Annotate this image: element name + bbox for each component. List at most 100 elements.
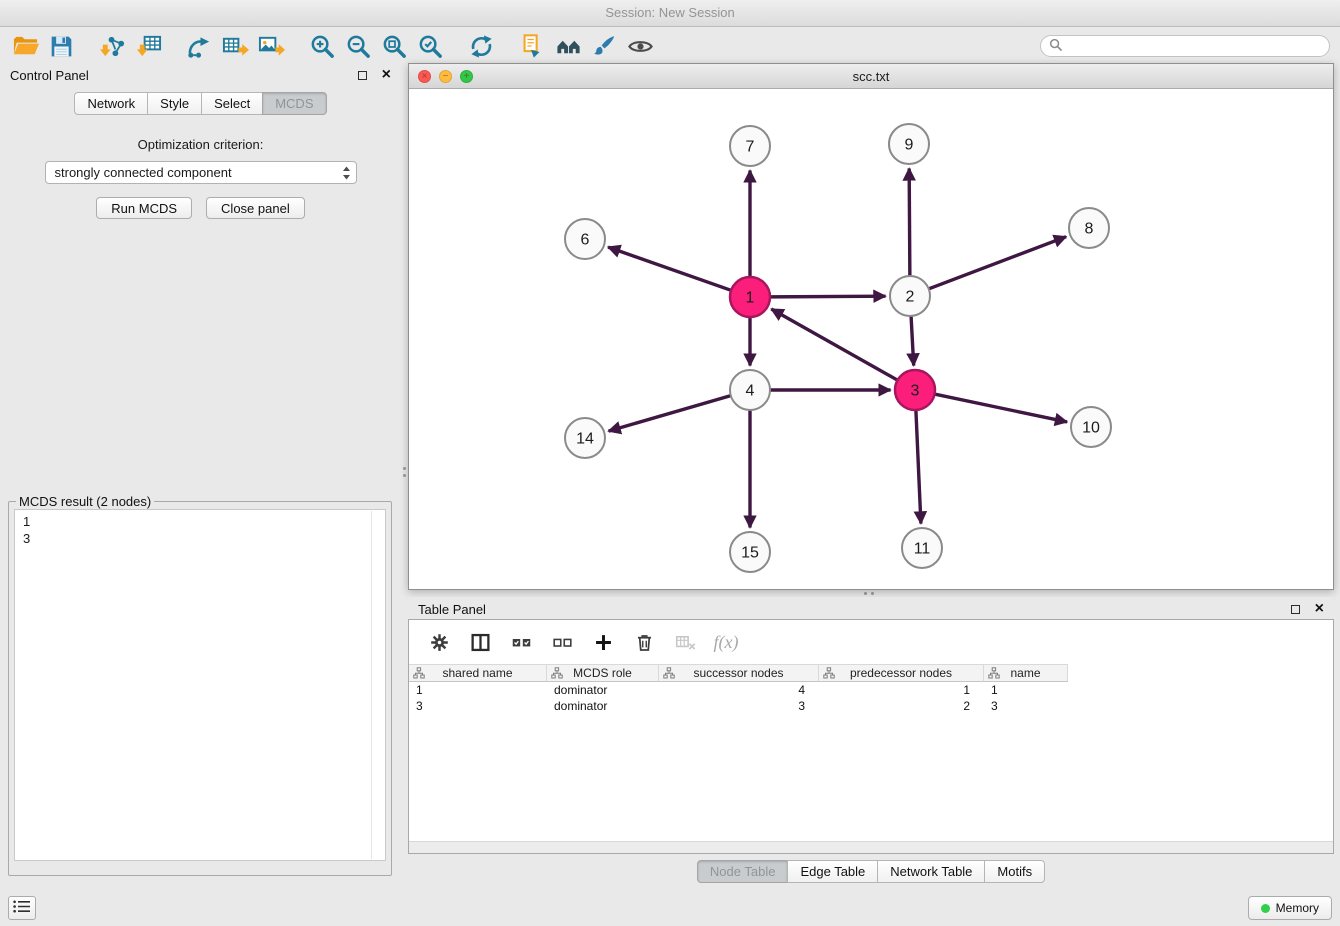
delete-column-icon[interactable]	[632, 630, 656, 654]
column-tree-icon	[663, 667, 675, 682]
import-network-icon[interactable]	[97, 31, 127, 61]
tab-motifs[interactable]: Motifs	[984, 860, 1045, 883]
column-label: successor nodes	[693, 666, 783, 680]
tab-network[interactable]: Network	[74, 92, 148, 115]
main-toolbar	[0, 28, 1340, 64]
scrollbar-track[interactable]	[371, 511, 372, 859]
close-panel-icon[interactable]: ×	[1315, 603, 1324, 615]
show-hide-icon[interactable]	[625, 31, 655, 61]
select-all-rows-icon[interactable]	[509, 630, 533, 654]
zoom-selected-icon[interactable]	[415, 31, 445, 61]
tab-select[interactable]: Select	[201, 92, 263, 115]
network-analyzer-icon[interactable]	[553, 31, 583, 61]
edge-4-14[interactable]	[609, 396, 731, 431]
minimize-window-icon[interactable]: −	[439, 70, 452, 83]
network-canvas[interactable]: 7 9 6 8 1 2 4 3 14 10 15 11	[409, 89, 1333, 589]
dropdown-stepper-icon	[342, 165, 351, 184]
refresh-layout-icon[interactable]	[466, 31, 496, 61]
run-mcds-button[interactable]: Run MCDS	[96, 197, 192, 219]
mcds-result-list[interactable]: 13	[14, 509, 386, 861]
float-panel-icon[interactable]	[358, 71, 367, 80]
tab-node-table[interactable]: Node Table	[697, 860, 789, 883]
column-header-name[interactable]: name	[984, 664, 1068, 682]
close-window-icon[interactable]: ×	[418, 70, 431, 83]
zoom-out-icon[interactable]	[343, 31, 373, 61]
node-9[interactable]: 9	[889, 124, 929, 164]
tab-network-table[interactable]: Network Table	[877, 860, 985, 883]
close-panel-button[interactable]: Close panel	[206, 197, 305, 219]
network-window-title: scc.txt	[853, 69, 890, 84]
table-row[interactable]: 3dominator323	[409, 698, 1333, 714]
result-line: 3	[23, 530, 377, 547]
zoom-in-icon[interactable]	[307, 31, 337, 61]
edge-2-9[interactable]	[909, 168, 910, 275]
column-header-successor-nodes[interactable]: successor nodes	[659, 664, 819, 682]
deselect-all-rows-icon[interactable]	[550, 630, 574, 654]
table-panel-title: Table Panel	[418, 602, 1291, 617]
edge-3-11[interactable]	[916, 410, 921, 523]
table-cell: 1	[409, 683, 547, 697]
column-header-shared-name[interactable]: shared name	[409, 664, 547, 682]
optimization-label: Optimization criterion:	[0, 137, 401, 152]
column-tree-icon	[823, 667, 835, 682]
mcds-result-group: MCDS result (2 nodes) 13	[8, 494, 392, 876]
column-tree-icon	[551, 667, 563, 682]
node-14[interactable]: 14	[565, 418, 605, 458]
show-columns-icon[interactable]	[468, 630, 492, 654]
node-4[interactable]: 4	[730, 370, 770, 410]
tab-edge-table[interactable]: Edge Table	[787, 860, 878, 883]
table-tab-bar: Node TableEdge TableNetwork TableMotifs	[408, 860, 1334, 883]
close-panel-icon[interactable]: ×	[382, 69, 391, 81]
settings-gear-icon[interactable]	[427, 630, 451, 654]
column-header-predecessor-nodes[interactable]: predecessor nodes	[819, 664, 984, 682]
import-table-icon[interactable]	[133, 31, 163, 61]
table-cell: dominator	[547, 683, 659, 697]
svg-text:11: 11	[914, 541, 931, 558]
show-panel-list-button[interactable]	[8, 896, 36, 920]
tab-style[interactable]: Style	[147, 92, 202, 115]
table-cell: 1	[819, 683, 984, 697]
zoom-fit-icon[interactable]	[379, 31, 409, 61]
node-8[interactable]: 8	[1069, 208, 1109, 248]
node-6[interactable]: 6	[565, 219, 605, 259]
vertical-splitter[interactable]	[401, 63, 408, 890]
column-header-mcds-role[interactable]: MCDS role	[547, 664, 659, 682]
zoom-window-icon[interactable]: +	[460, 70, 473, 83]
node-3[interactable]: 3	[895, 370, 935, 410]
status-bar: Memory	[0, 890, 1340, 926]
edge-1-6[interactable]	[608, 247, 731, 290]
node-7[interactable]: 7	[730, 126, 770, 166]
new-network-selection-icon[interactable]	[184, 31, 214, 61]
list-icon	[13, 900, 31, 916]
tab-mcds[interactable]: MCDS	[262, 92, 326, 115]
search-input[interactable]	[1067, 39, 1321, 53]
node-2[interactable]: 2	[890, 276, 930, 316]
column-label: predecessor nodes	[850, 666, 952, 680]
search-box[interactable]	[1040, 35, 1330, 57]
save-session-icon[interactable]	[46, 31, 76, 61]
edge-1-2[interactable]	[770, 296, 885, 297]
style-brush-icon[interactable]	[589, 31, 619, 61]
table-cell: 3	[659, 699, 819, 713]
export-image-icon[interactable]	[256, 31, 286, 61]
edge-3-1[interactable]	[771, 309, 897, 380]
table-panel-header: Table Panel ×	[408, 597, 1334, 621]
node-11[interactable]: 11	[902, 528, 942, 568]
table-cell: 3	[984, 699, 1068, 713]
paste-style-icon[interactable]	[517, 31, 547, 61]
memory-button[interactable]: Memory	[1248, 896, 1332, 920]
optimization-select[interactable]: strongly connected component	[45, 161, 357, 184]
open-session-icon[interactable]	[10, 31, 40, 61]
horizontal-scrollbar[interactable]	[409, 841, 1333, 853]
node-15[interactable]: 15	[730, 532, 770, 572]
add-column-icon[interactable]	[591, 630, 615, 654]
float-panel-icon[interactable]	[1291, 605, 1300, 614]
node-10[interactable]: 10	[1071, 407, 1111, 447]
edge-2-3[interactable]	[911, 316, 914, 365]
edge-2-8[interactable]	[929, 237, 1066, 289]
export-table-icon[interactable]	[220, 31, 250, 61]
table-row[interactable]: 1dominator411	[409, 682, 1333, 698]
node-1[interactable]: 1	[730, 277, 770, 317]
edge-3-10[interactable]	[935, 394, 1067, 422]
horizontal-splitter[interactable]	[408, 590, 1334, 597]
